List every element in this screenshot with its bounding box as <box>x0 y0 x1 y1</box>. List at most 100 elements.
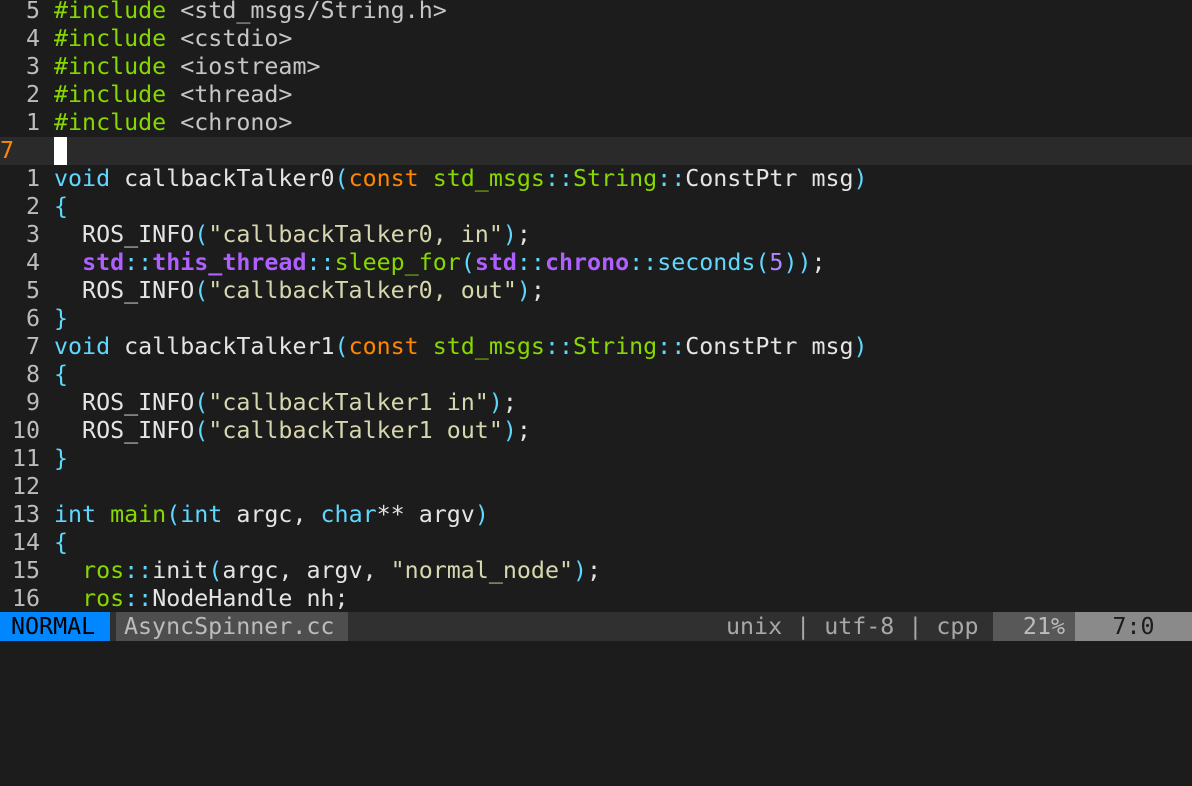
line-number: 11 <box>11 445 40 472</box>
code-line[interactable]: 15 ros::init(argc, argv, "normal_node"); <box>0 557 1192 585</box>
code-token: argc, argv, <box>222 557 391 584</box>
code-token: ( <box>166 501 181 528</box>
code-token: { <box>54 529 69 556</box>
line-number: 7 <box>0 137 15 164</box>
code-line[interactable]: 3 #include <iostream> <box>0 53 1192 81</box>
code-line[interactable]: 1 void callbackTalker0(const std_msgs::St… <box>0 165 1192 193</box>
code-token: chrono <box>544 249 630 276</box>
line-number: 3 <box>25 53 40 80</box>
code-token: ( <box>334 165 349 192</box>
line-number: 4 <box>25 25 40 52</box>
line-code: ROS_INFO("callbackTalker1 out"); <box>54 417 531 445</box>
code-token: ) <box>853 165 868 192</box>
code-token: 5 <box>769 249 784 276</box>
code-token: ROS_INFO <box>54 417 195 444</box>
code-token: ; <box>516 221 531 248</box>
code-token: ROS_INFO <box>54 277 195 304</box>
code-token: { <box>54 193 69 220</box>
code-line[interactable]: 9 ROS_INFO("callbackTalker1 in"); <box>0 389 1192 417</box>
code-token: <std_msgs/String.h> <box>180 0 447 24</box>
code-line[interactable]: 4 std::this_thread::sleep_for(std::chron… <box>0 249 1192 277</box>
code-line[interactable]: 5 ROS_INFO("callbackTalker0, out"); <box>0 277 1192 305</box>
code-token: ros <box>82 585 125 612</box>
code-token: #include <box>54 81 167 108</box>
code-line[interactable]: 4 #include <cstdio> <box>0 25 1192 53</box>
code-line[interactable]: 11} <box>0 445 1192 473</box>
code-token: :: <box>629 249 658 276</box>
code-line[interactable]: 2{ <box>0 193 1192 221</box>
code-line[interactable]: 14 { <box>0 529 1192 557</box>
code-token: <thread> <box>180 81 293 108</box>
code-line[interactable]: 8{ <box>0 361 1192 389</box>
code-line[interactable]: 13 int main(int argc, char** argv) <box>0 501 1192 529</box>
code-token: ros <box>82 557 125 584</box>
code-token: NodeHandle nh; <box>152 585 349 612</box>
code-line[interactable]: 7 void callbackTalker1(const std_msgs::St… <box>0 333 1192 361</box>
line-code: #include <iostream> <box>54 53 321 81</box>
code-token: <cstdio> <box>180 25 293 52</box>
line-code: } <box>54 445 68 473</box>
line-number: 5 <box>25 277 40 304</box>
code-line[interactable]: 16 ros::NodeHandle nh; <box>0 585 1192 613</box>
current-line[interactable]: 7 <box>0 137 1192 165</box>
code-token: #include <box>54 0 167 24</box>
code-token: :: <box>306 249 335 276</box>
line-number: 7 <box>25 333 40 360</box>
code-token: } <box>54 445 69 472</box>
code-token: const <box>348 165 419 192</box>
line-code: } <box>54 305 68 333</box>
code-token: void <box>54 165 111 192</box>
code-token: this_thread <box>152 249 307 276</box>
line-code: int main(int argc, char** argv) <box>54 501 489 529</box>
code-token: ) <box>474 501 489 528</box>
line-code: ros::init(argc, argv, "normal_node"); <box>54 557 601 585</box>
line-number: 13 <box>11 501 40 528</box>
code-token: #include <box>54 53 167 80</box>
code-token: int <box>54 501 97 528</box>
code-token: :: <box>124 557 153 584</box>
code-line[interactable]: 2 #include <thread> <box>0 81 1192 109</box>
code-token: callbackTalker0 <box>110 165 335 192</box>
code-line[interactable]: 1 #include <chrono> <box>0 109 1192 137</box>
line-code: { <box>54 193 68 221</box>
code-token: :: <box>516 249 545 276</box>
line-number: 10 <box>11 417 40 444</box>
code-token: ; <box>516 417 531 444</box>
line-number: 9 <box>25 389 40 416</box>
code-line[interactable]: 12 <box>0 473 1192 501</box>
code-token: "callbackTalker1 in" <box>208 389 489 416</box>
code-line[interactable]: 3 ROS_INFO("callbackTalker0, in"); <box>0 221 1192 249</box>
code-token: } <box>54 305 69 332</box>
code-token: :: <box>544 333 574 360</box>
code-token: <iostream> <box>180 53 321 80</box>
code-token: ) <box>488 389 503 416</box>
line-code: ROS_INFO("callbackTalker0, in"); <box>54 221 531 249</box>
code-token: ROS_INFO <box>54 389 195 416</box>
code-token: std_msgs <box>432 333 545 360</box>
code-token: main <box>110 501 167 528</box>
code-token: :: <box>657 165 686 192</box>
file-type: cpp <box>936 613 979 640</box>
code-token: :: <box>124 585 153 612</box>
line-number: 3 <box>25 221 40 248</box>
code-line[interactable]: 10 ROS_INFO("callbackTalker1 out"); <box>0 417 1192 445</box>
code-token: "callbackTalker0, out" <box>208 277 517 304</box>
code-token: ( <box>194 221 209 248</box>
code-token: ) <box>573 557 588 584</box>
line-code: #include <chrono> <box>54 109 292 137</box>
code-token: #include <box>54 109 167 136</box>
code-token: ) <box>516 277 531 304</box>
code-token: String <box>573 333 658 360</box>
line-number: 8 <box>25 361 40 388</box>
editor-buffer[interactable]: 5 #include <std_msgs/String.h> 4 #include <… <box>0 0 1192 613</box>
code-token: ( <box>755 249 770 276</box>
code-token: seconds <box>657 249 756 276</box>
code-line[interactable]: 6} <box>0 305 1192 333</box>
line-number: 12 <box>11 473 40 500</box>
code-line[interactable]: 5 #include <std_msgs/String.h> <box>0 0 1192 25</box>
text-cursor <box>54 137 67 165</box>
